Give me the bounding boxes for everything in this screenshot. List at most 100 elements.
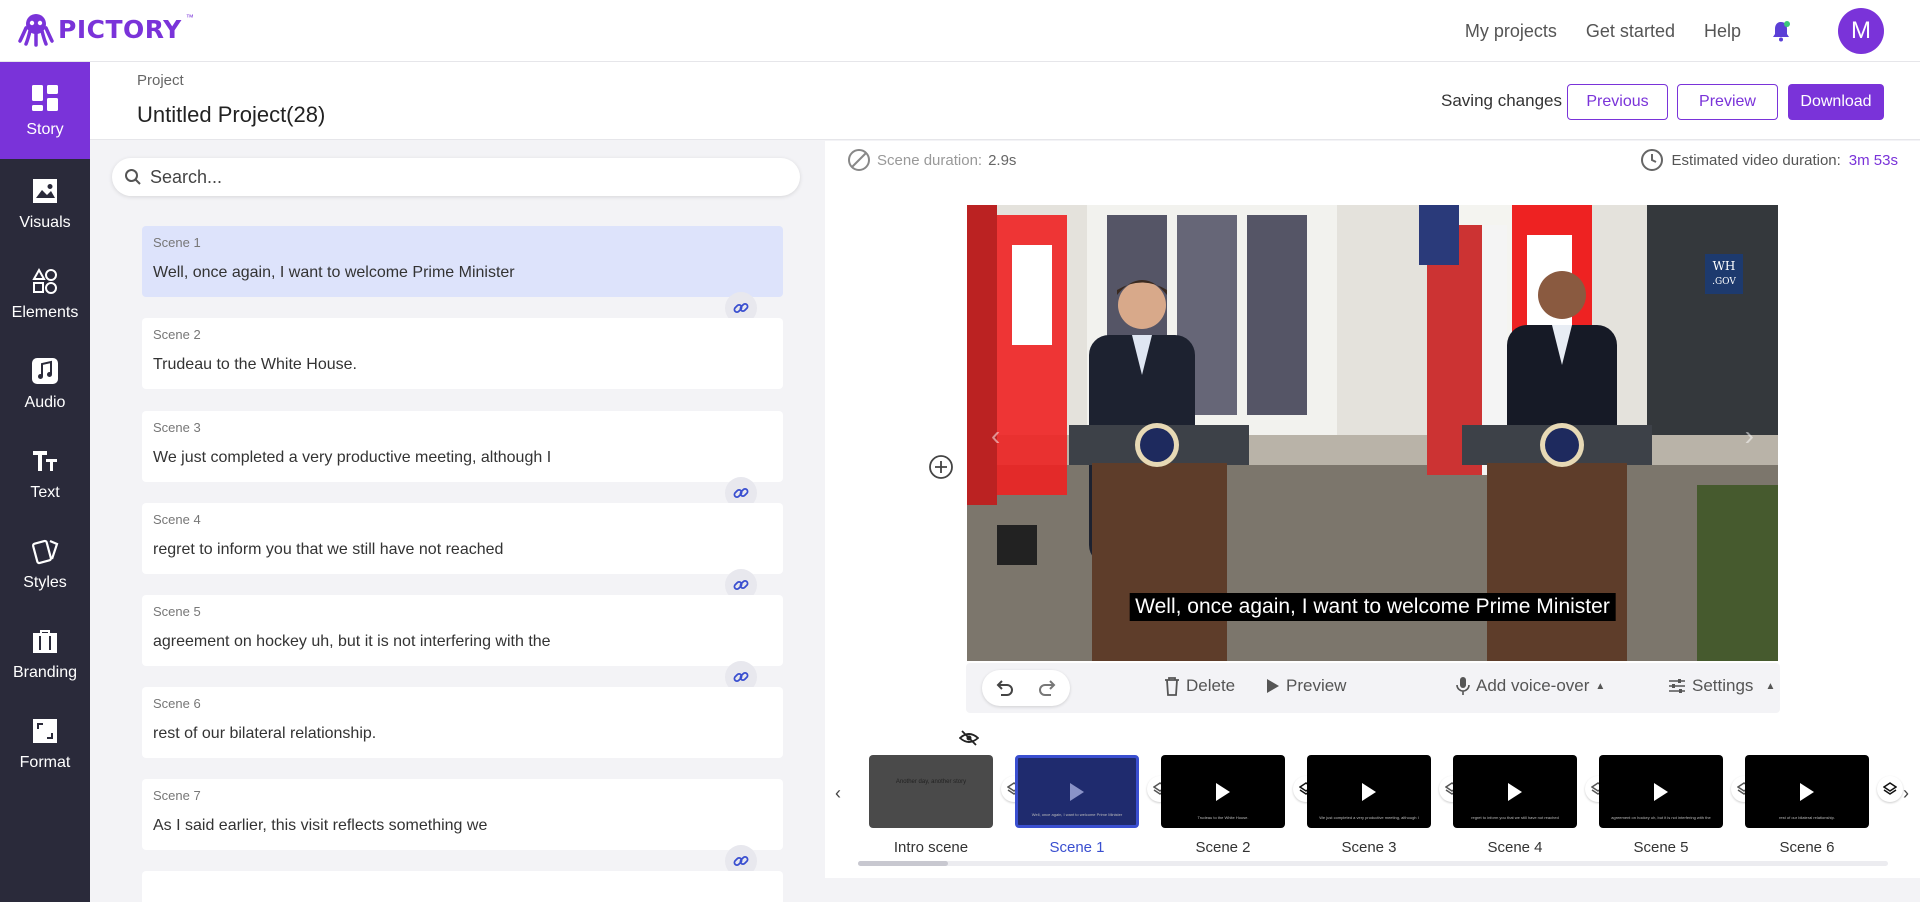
scene-card-1[interactable]: Scene 1 Well, once again, I want to welc… (142, 226, 783, 297)
shapes-icon (32, 267, 57, 294)
story-icon (32, 84, 58, 111)
scene-label: Scene 6 (153, 696, 201, 711)
estimated-duration-value: 3m 53s (1848, 151, 1898, 169)
settings-button[interactable]: Settings ▲ (1668, 676, 1775, 696)
delete-button[interactable]: Delete (1164, 676, 1235, 696)
timeline-left-arrow-icon[interactable]: ‹ (835, 783, 841, 804)
layers-icon[interactable] (1877, 776, 1903, 802)
play-icon (1654, 782, 1668, 801)
add-scene-icon[interactable] (928, 454, 954, 480)
watermark-top: WH (1712, 259, 1736, 273)
timeline-scrollbar[interactable] (858, 861, 1888, 866)
chevron-right-icon[interactable]: › (1745, 420, 1754, 452)
undo-redo-group (982, 670, 1070, 706)
sliders-icon (1669, 679, 1685, 693)
preview-button[interactable]: Preview (1677, 84, 1778, 120)
sidebar-item-label: Styles (23, 574, 67, 591)
image-icon (33, 179, 57, 203)
scene-card-partial[interactable] (142, 871, 783, 902)
timeline-thumb-scene-4[interactable]: regret to inform you that we still have … (1453, 755, 1577, 828)
estimated-duration: Estimated video duration: 3m 53s (1640, 148, 1898, 172)
sidebar-item-visuals[interactable]: Visuals (0, 159, 90, 249)
redo-icon[interactable] (1037, 677, 1059, 699)
project-title[interactable]: Untitled Project(28) (137, 102, 325, 128)
timeline-caption: Scene 5 (1633, 839, 1689, 856)
scene-text[interactable]: We just completed a very productive meet… (153, 449, 772, 467)
timeline-thumb-scene-2[interactable]: Trudeau to the White House. (1161, 755, 1285, 828)
sidebar-item-format[interactable]: Format (0, 699, 90, 789)
timeline-thumb-intro[interactable]: Another day, another story (869, 755, 993, 828)
search-bar[interactable] (112, 158, 800, 196)
sidebar-item-styles[interactable]: Styles (0, 519, 90, 609)
trash-icon (1165, 677, 1179, 696)
settings-label: Settings (1692, 676, 1754, 695)
pictory-logo[interactable]: PICTORY ™ (18, 11, 194, 47)
chevron-left-icon[interactable]: ‹ (991, 420, 1000, 452)
timeline-thumb-scene-1[interactable]: Well, once again, I want to welcome Prim… (1015, 755, 1139, 828)
aspect-icon (33, 719, 57, 743)
scene-text[interactable]: Trudeau to the White House. (153, 356, 772, 374)
scene-text[interactable]: Well, once again, I want to welcome Prim… (153, 264, 772, 282)
undo-icon[interactable] (993, 677, 1015, 699)
thumb-mini-text: agreement on hockey uh, but it is not in… (1611, 815, 1711, 820)
timeline-caption: Scene 1 (1049, 839, 1105, 856)
project-header: Project Untitled Project(28) Saving chan… (90, 62, 1920, 140)
video-subtitle[interactable]: Well, once again, I want to welcome Prim… (1129, 593, 1616, 621)
top-bar: PICTORY ™ My projects Get started Help M (0, 0, 1920, 62)
timeline-thumb-scene-3[interactable]: We just completed a very productive meet… (1307, 755, 1431, 828)
play-icon (1267, 679, 1279, 693)
video-preview[interactable]: WH .GOV ‹ › Well, once again, I want to … (967, 205, 1778, 661)
scene-text[interactable]: regret to inform you that we still have … (153, 541, 772, 559)
timeline-thumb-scene-6[interactable]: rest of our bilateral relationship. (1745, 755, 1869, 828)
scene-label: Scene 4 (153, 512, 201, 527)
my-projects-link[interactable]: My projects (1465, 21, 1557, 42)
project-label: Project (137, 72, 184, 89)
add-voiceover-button[interactable]: Add voice-over ▲ (1456, 676, 1605, 696)
scene-card-7[interactable]: Scene 7 As I said earlier, this visit re… (142, 779, 783, 850)
sidebar-item-audio[interactable]: Audio (0, 339, 90, 429)
thumb-mini-text: rest of our bilateral relationship. (1779, 815, 1835, 820)
bell-icon[interactable] (1770, 20, 1792, 42)
timeline-thumb-scene-5[interactable]: agreement on hockey uh, but it is not in… (1599, 755, 1723, 828)
scene-list-panel: Scene 1 Well, once again, I want to welc… (90, 141, 810, 902)
thumb-mini-text: regret to inform you that we still have … (1471, 815, 1559, 820)
sidebar-item-label: Audio (24, 394, 66, 411)
microphone-icon (1456, 677, 1470, 695)
sidebar-item-label: Visuals (19, 214, 71, 231)
scene-controls: Delete Preview Add voice-over ▲ Settings… (966, 663, 1780, 713)
sidebar-item-branding[interactable]: Branding (0, 609, 90, 699)
sidebar-item-elements[interactable]: Elements (0, 249, 90, 339)
thumb-mini-text: Trudeau to the White House. (1197, 815, 1249, 820)
scene-duration-value: 2.9s (988, 151, 1017, 169)
timeline-right-arrow-icon[interactable]: › (1903, 783, 1909, 804)
scene-card-2[interactable]: Scene 2 Trudeau to the White House. (142, 318, 783, 389)
scene-card-4[interactable]: Scene 4 regret to inform you that we sti… (142, 503, 783, 574)
text-icon (33, 451, 57, 471)
sidebar-item-text[interactable]: Text (0, 429, 90, 519)
saving-text: Saving changes (1441, 91, 1562, 110)
sidebar-item-label: Text (30, 484, 60, 501)
play-icon (1216, 782, 1230, 801)
play-icon (1362, 782, 1376, 801)
scene-text[interactable]: As I said earlier, this visit reflects s… (153, 817, 772, 835)
sidebar-item-label: Elements (11, 304, 79, 321)
get-started-link[interactable]: Get started (1586, 21, 1675, 42)
scene-text[interactable]: agreement on hockey uh, but it is not in… (153, 633, 772, 651)
search-input[interactable] (150, 166, 710, 188)
avatar[interactable]: M (1838, 8, 1884, 54)
no-duration-icon (848, 149, 870, 171)
timeline-scroll-thumb[interactable] (858, 861, 948, 866)
scene-card-5[interactable]: Scene 5 agreement on hockey uh, but it i… (142, 595, 783, 666)
timeline-caption: Scene 4 (1487, 839, 1543, 856)
scene-card-6[interactable]: Scene 6 rest of our bilateral relationsh… (142, 687, 783, 758)
sidebar-item-story[interactable]: Story (0, 62, 90, 159)
download-button[interactable]: Download (1788, 84, 1884, 120)
scene-duration-label: Scene duration: (877, 151, 983, 169)
help-link[interactable]: Help (1704, 21, 1741, 42)
scene-preview-button[interactable]: Preview (1266, 676, 1346, 696)
scene-card-3[interactable]: Scene 3 We just completed a very product… (142, 411, 783, 482)
previous-button[interactable]: Previous (1567, 84, 1668, 120)
hidden-eye-icon[interactable] (959, 730, 979, 746)
scene-text[interactable]: rest of our bilateral relationship. (153, 725, 772, 743)
add-voiceover-label: Add voice-over (1476, 676, 1590, 695)
